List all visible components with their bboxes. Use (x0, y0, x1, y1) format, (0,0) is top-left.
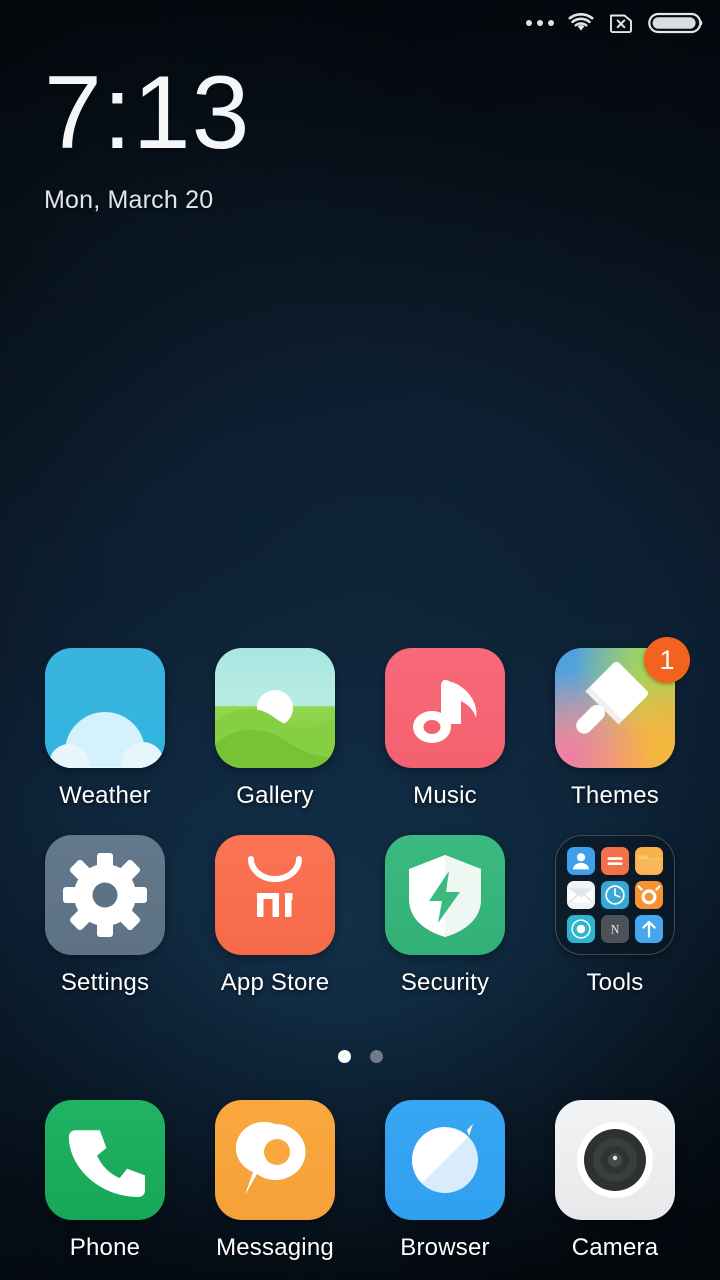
clock-time: 7:13 (44, 55, 251, 171)
notes-icon: N (601, 915, 629, 943)
app-phone[interactable]: Phone (20, 1100, 190, 1262)
no-sim-icon (608, 12, 634, 34)
app-label: Settings (60, 969, 150, 996)
camera-icon (555, 1100, 675, 1220)
app-grid: Weather Gallery Music 1 Themes Settings … (0, 637, 720, 997)
weather-icon (45, 648, 165, 768)
security-icon (385, 835, 505, 955)
clock-date: Mon, March 20 (44, 185, 214, 214)
home-screen: 7:13 Mon, March 20 Weather Gallery Music… (0, 0, 720, 1280)
recorder-icon (567, 915, 595, 943)
app-label: Camera (571, 1234, 659, 1261)
app-messaging[interactable]: Messaging (190, 1100, 360, 1262)
status-bar (0, 0, 720, 46)
app-label: Themes (571, 782, 659, 809)
battery-icon (648, 11, 704, 35)
app-store-icon (215, 835, 335, 955)
app-security[interactable]: Security (360, 835, 530, 997)
browser-icon (385, 1100, 505, 1220)
app-themes[interactable]: 1 Themes (530, 637, 700, 810)
more-icons-icon (526, 20, 554, 26)
calculator-icon (601, 847, 629, 875)
messaging-icon (215, 1100, 335, 1220)
settings-icon (45, 835, 165, 955)
app-label: Weather (59, 782, 151, 809)
app-label: Browser (400, 1234, 490, 1261)
app-browser[interactable]: Browser (360, 1100, 530, 1262)
app-weather[interactable]: Weather (20, 648, 190, 810)
app-label: App Store (220, 969, 330, 996)
file-manager-icon (635, 847, 663, 875)
updater-icon (635, 915, 663, 943)
tools-folder-icon: N (555, 835, 675, 955)
notification-badge: 1 (644, 637, 690, 683)
page-dot-1[interactable] (337, 1050, 351, 1063)
clock-icon (635, 881, 663, 909)
app-tools-folder[interactable]: N Tools (530, 835, 700, 997)
app-label: Messaging (216, 1234, 334, 1261)
app-label: Tools (586, 969, 644, 996)
app-gallery[interactable]: Gallery (190, 648, 360, 810)
app-label: Security (400, 969, 490, 996)
music-icon (385, 648, 505, 768)
svg-text:N: N (611, 923, 620, 937)
app-label: Phone (69, 1234, 141, 1261)
app-camera[interactable]: Camera (530, 1100, 700, 1262)
dock: Phone Messaging Browser Camera (0, 1100, 720, 1262)
page-indicator (0, 1050, 720, 1063)
clock-widget[interactable]: 7:13 Mon, March 20 (44, 55, 251, 215)
app-label: Music (413, 782, 477, 809)
contacts-icon (567, 847, 595, 875)
mail-icon (567, 881, 595, 909)
app-music[interactable]: Music (360, 648, 530, 810)
app-app-store[interactable]: App Store (190, 835, 360, 997)
wifi-icon (568, 13, 594, 33)
compass-icon (601, 881, 629, 909)
phone-icon (45, 1100, 165, 1220)
app-settings[interactable]: Settings (20, 835, 190, 997)
page-dot-2[interactable] (369, 1050, 383, 1063)
app-label: Gallery (236, 782, 314, 809)
gallery-icon (215, 648, 335, 768)
